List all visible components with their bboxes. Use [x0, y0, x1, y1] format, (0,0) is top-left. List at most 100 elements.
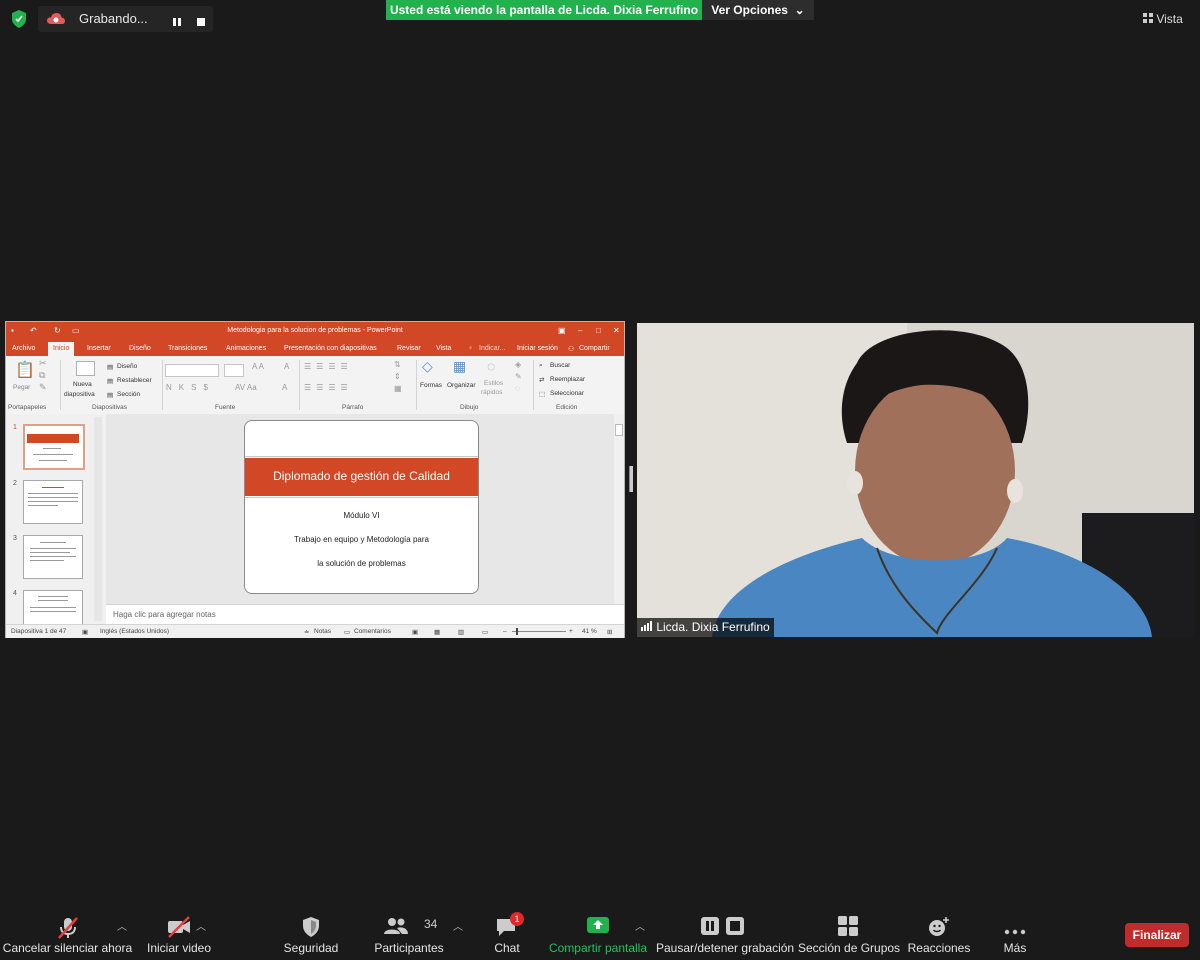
new-slide-label-1: Nueva	[73, 381, 92, 388]
slide-line-2: Trabajo en equipo y Metodología para	[294, 535, 429, 544]
zoom-in-icon: +	[569, 628, 573, 635]
group-label-editing: Edición	[556, 404, 578, 411]
list-icons: ☰☰☰☰	[304, 362, 353, 371]
slide-title-band: Diplomado de gestión de Calidad	[245, 458, 478, 496]
thumbnails-scrollbar	[94, 417, 102, 621]
font-size-box	[224, 364, 244, 377]
slide-thumbnail	[23, 535, 83, 579]
paste-icon: 📋	[15, 362, 35, 379]
tab-animaciones: Animaciones	[226, 345, 267, 352]
view-button[interactable]: Vista	[1143, 8, 1191, 30]
slideshow-view-icon: ▭	[482, 629, 489, 636]
share-person-icon: ⚇	[568, 346, 575, 353]
font-color-icon: A	[282, 383, 288, 392]
group-label-slides: Diapositivas	[92, 404, 128, 411]
font-name-box	[165, 364, 219, 377]
notes-status: Notas	[314, 628, 331, 635]
unmute-label: Cancelar silenciar ahora	[2, 941, 133, 955]
notes-placeholder: Haga clic para agregar notas	[113, 610, 216, 619]
view-options-button[interactable]: Ver Opciones ⌄	[702, 0, 814, 20]
ppt-titlebar: ▪ ↶ ↻ ▭ Metodologia para la solucion de …	[6, 322, 624, 342]
ribbon-divider	[416, 360, 417, 410]
slide-thumbnail	[23, 480, 83, 524]
grow-font-icon: A A	[252, 362, 265, 371]
cloud-recording-icon	[46, 11, 66, 32]
thumbnail-number: 4	[13, 590, 17, 597]
start-video-button[interactable]: Iniciar video	[140, 912, 218, 960]
tab-insertar: Insertar	[87, 345, 111, 352]
participants-button[interactable]: 34 Participantes	[368, 912, 450, 960]
minimize-icon: –	[578, 326, 583, 335]
view-label: Vista	[1156, 12, 1183, 26]
shape-outline-icon: ✎	[515, 372, 522, 381]
reactions-label: Reacciones	[907, 941, 971, 955]
participant-name-tag: Licda. Dixia Ferrufino	[637, 618, 774, 637]
participants-icon	[383, 916, 409, 941]
thumbnail-number: 1	[13, 424, 17, 431]
slide-thumbnail	[23, 424, 85, 470]
participants-options-chevron-icon[interactable]: ︿	[453, 918, 463, 933]
notes-pane: Haga clic para agregar notas	[106, 604, 624, 625]
audio-options-chevron-icon[interactable]: ︿	[117, 918, 127, 933]
slide-editing-area: Diplomado de gestión de Calidad Módulo V…	[106, 414, 614, 604]
copy-icon: ⧉	[39, 370, 46, 380]
participants-count: 34	[424, 917, 438, 931]
security-shield-icon[interactable]	[8, 8, 30, 30]
find-label: Buscar	[550, 362, 571, 369]
share-screen-label: Compartir pantalla	[548, 941, 648, 955]
chat-label: Chat	[494, 941, 520, 955]
notes-icon: ≐	[304, 629, 310, 636]
unmute-button[interactable]: Cancelar silenciar ahora	[0, 912, 135, 960]
end-meeting-button[interactable]: Finalizar	[1125, 923, 1189, 947]
tab-diseno: Diseño	[129, 345, 151, 352]
pause-stop-recording-button[interactable]: Pausar/detener grabación	[656, 912, 794, 960]
video-options-chevron-icon[interactable]: ︿	[196, 918, 206, 933]
share-options-chevron-icon[interactable]: ︿	[635, 918, 645, 933]
tab-vista: Vista	[436, 345, 452, 352]
new-slide-label-2: diapositiva	[64, 391, 95, 398]
screen-share-banner: Usted está viendo la pantalla de Licda. …	[386, 0, 702, 20]
format-painter-icon: ✎	[39, 382, 47, 392]
arrange-label: Organizar	[447, 382, 476, 389]
zoom-out-icon: –	[503, 628, 507, 635]
more-dots-icon	[1004, 922, 1026, 940]
layout-icon: ▤	[107, 364, 114, 371]
chat-unread-badge: 1	[510, 912, 524, 926]
tab-transiciones: Transiciones	[168, 345, 208, 352]
stop-recording-icon[interactable]	[196, 14, 206, 32]
pause-recording-icon[interactable]	[172, 14, 182, 32]
replace-icon: ⇄	[539, 377, 545, 384]
tell-me-box: Indicar...	[479, 345, 506, 352]
slide-scrollbar	[614, 414, 624, 604]
share-screen-button[interactable]: Compartir pantalla	[548, 912, 648, 960]
comments-icon: ▭	[344, 629, 351, 636]
breakout-rooms-button[interactable]: Sección de Grupos	[798, 912, 900, 960]
clear-format-icon: A	[284, 362, 290, 371]
pause-stop-icons	[700, 916, 746, 941]
thumbnail-number: 2	[13, 480, 17, 487]
start-video-label: Iniciar video	[146, 941, 212, 955]
maximize-icon: □	[596, 326, 601, 335]
signal-bars-icon	[641, 620, 656, 634]
view-options-label: Ver Opciones	[711, 3, 788, 17]
char-spacing-icon: AV Aa	[235, 383, 257, 392]
align-text-icon: ⇕	[394, 372, 401, 381]
slide-thumbnails-pane: 1 2 3 4	[6, 414, 106, 625]
more-button[interactable]: Más	[992, 912, 1038, 960]
reactions-button[interactable]: Reacciones	[905, 912, 973, 960]
video-camera-off-icon	[166, 916, 192, 943]
participants-label: Participantes	[374, 941, 444, 955]
group-label-paragraph: Párrafo	[342, 404, 364, 411]
ribbon-display-icon: ▣	[558, 326, 566, 335]
shape-fill-icon: ◈	[515, 360, 522, 369]
slide-counter: Diapositiva 1 de 47	[11, 628, 67, 635]
chat-button[interactable]: 1 Chat	[482, 912, 532, 960]
split-view-handle[interactable]	[629, 466, 633, 492]
shape-effects-icon: ◌	[515, 384, 520, 393]
share-link: Compartir	[579, 345, 610, 352]
new-slide-icon	[76, 361, 95, 376]
more-label: Más	[1003, 941, 1027, 955]
recording-label: Grabando...	[79, 11, 148, 26]
security-button[interactable]: Seguridad	[276, 912, 346, 960]
tab-inicio: Inicio	[48, 342, 75, 356]
